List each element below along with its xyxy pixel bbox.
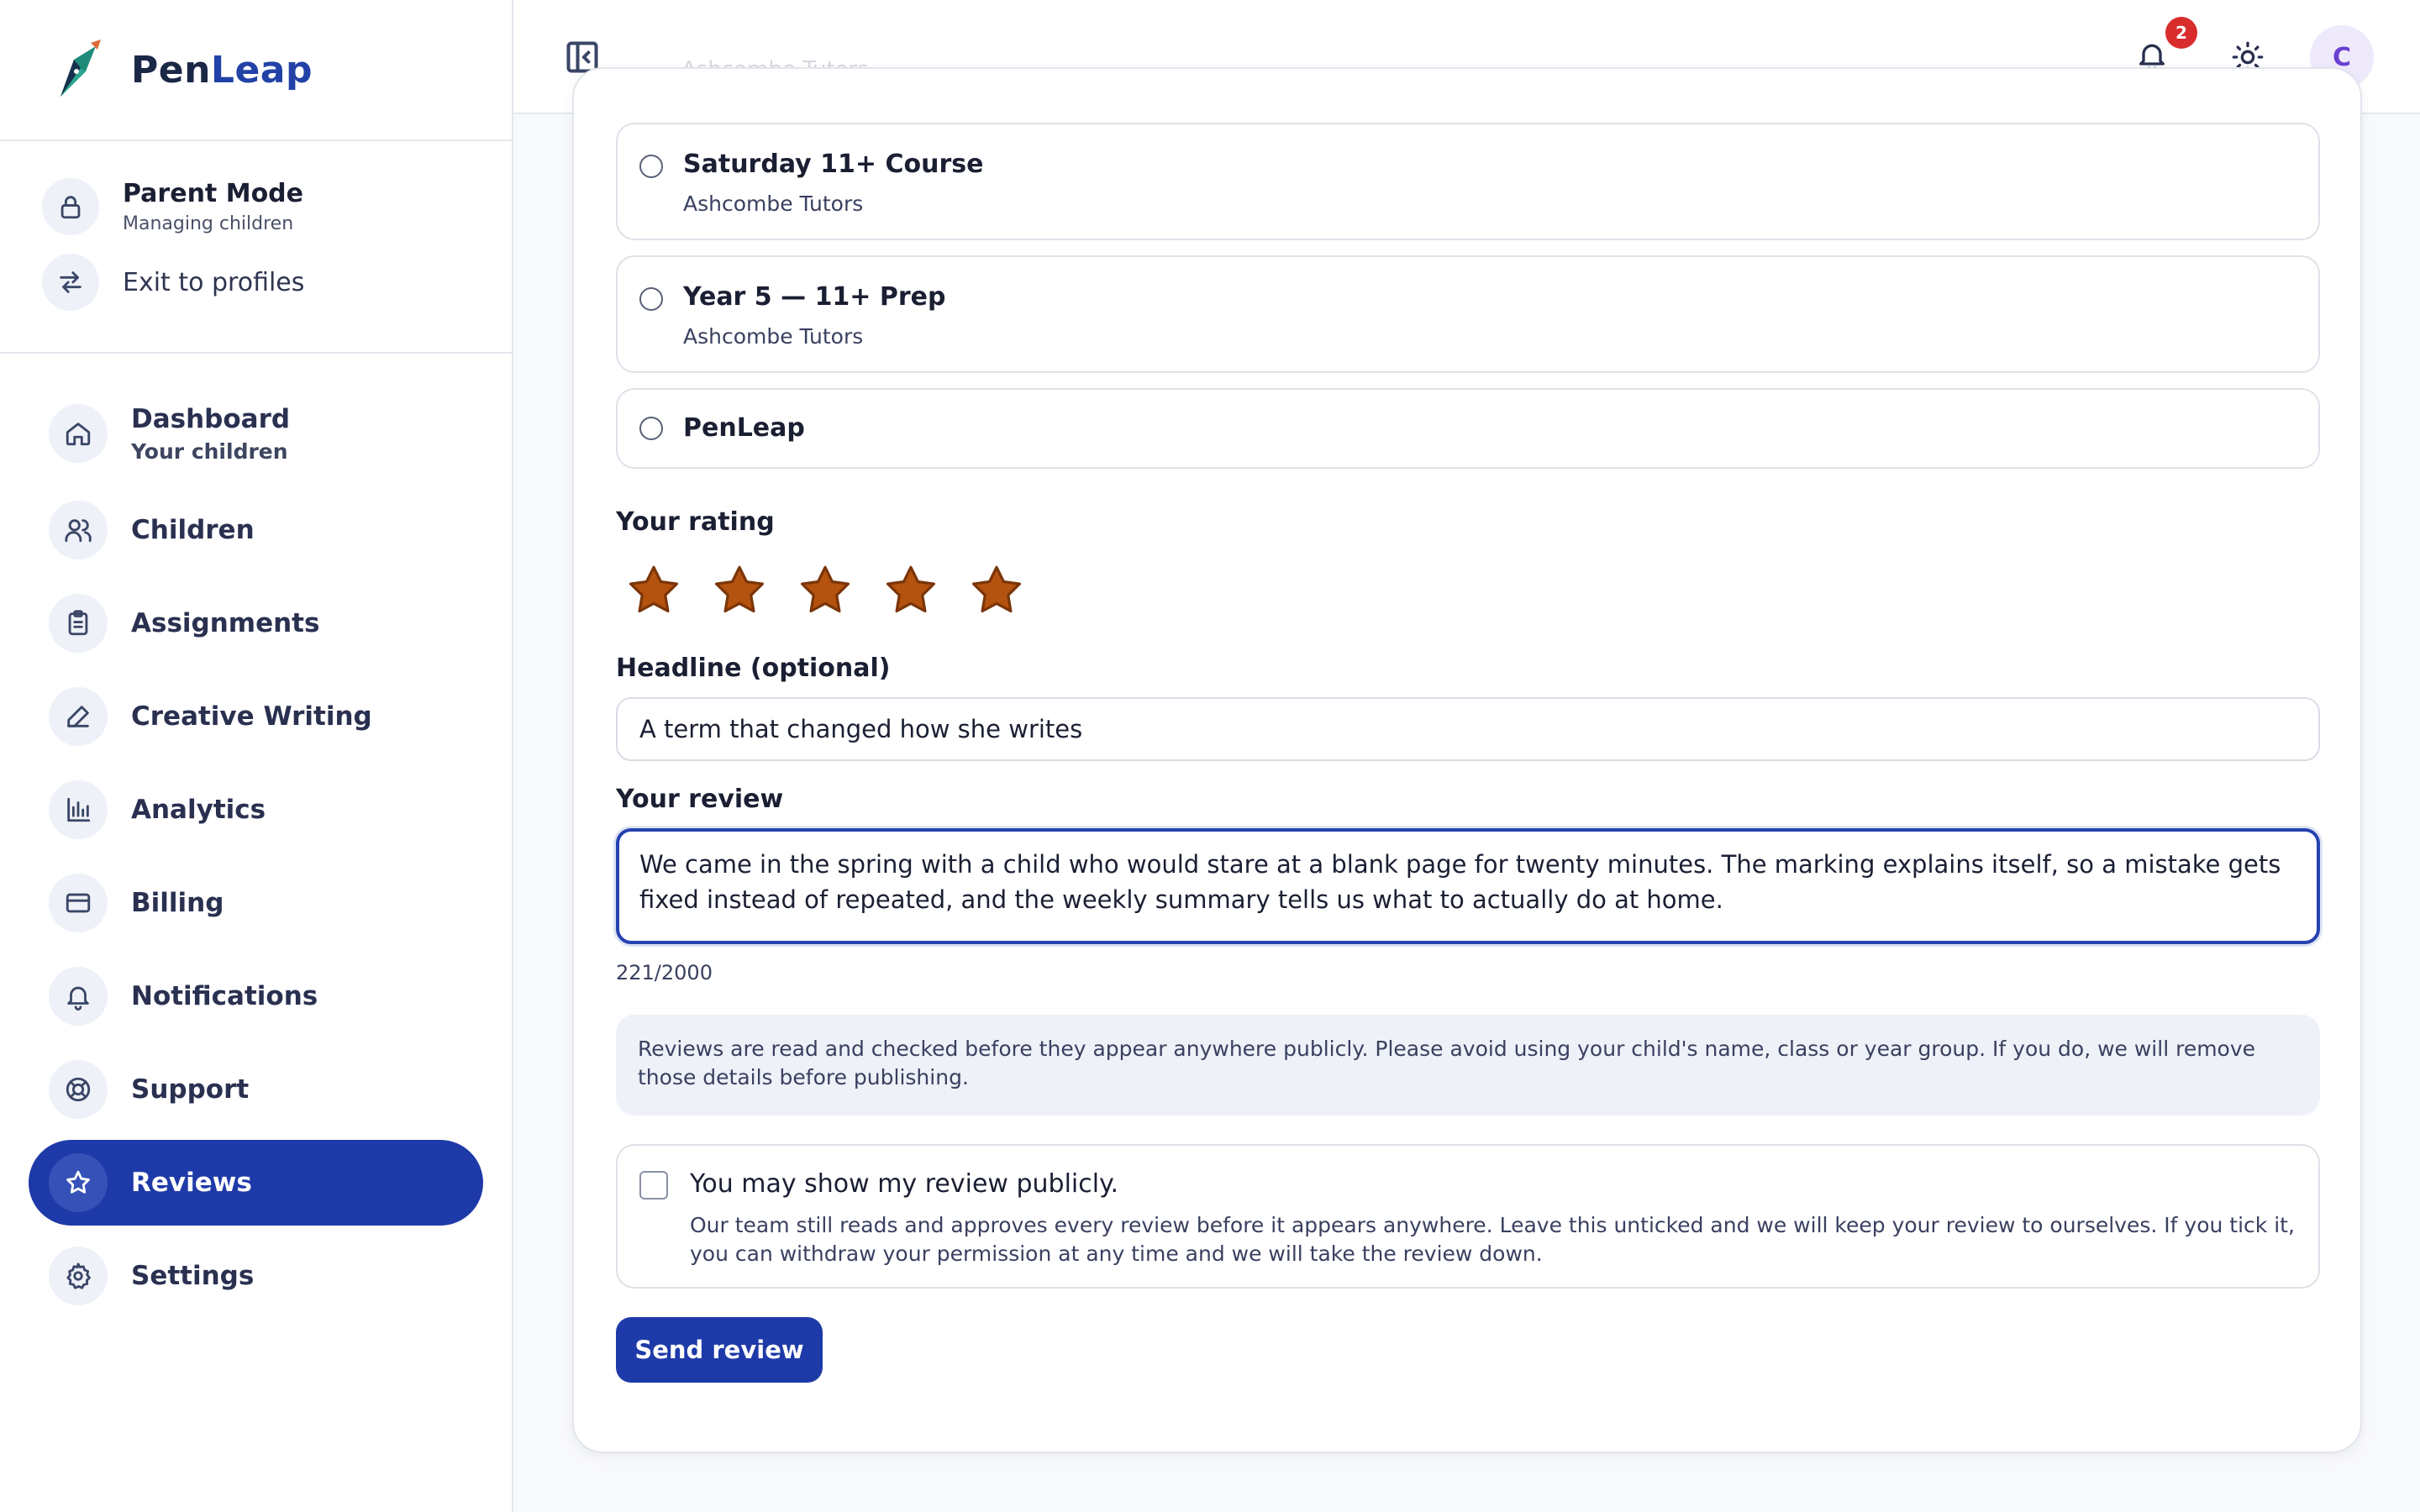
rating-star-3[interactable] — [796, 561, 855, 620]
sidebar-item-settings[interactable]: Settings — [29, 1233, 483, 1319]
bell-icon — [49, 967, 108, 1026]
lock-icon — [42, 178, 99, 235]
sidebar-item-analytics[interactable]: Analytics — [29, 767, 483, 853]
lifebuoy-icon — [49, 1060, 108, 1119]
sidebar-item-children[interactable]: Children — [29, 487, 483, 573]
sidebar-item-label: Billing — [131, 888, 224, 918]
sidebar-item-assignments[interactable]: Assignments — [29, 580, 483, 666]
moderation-notice: Reviews are read and checked before they… — [616, 1015, 2320, 1116]
sidebar-item-label: Dashboard — [131, 403, 291, 434]
home-icon — [49, 404, 108, 463]
sidebar-item-label: Creative Writing — [131, 701, 372, 732]
bar-chart-icon — [49, 780, 108, 839]
review-label: Your review — [616, 785, 784, 814]
rating-star-2[interactable] — [710, 561, 769, 620]
notification-count-badge: 2 — [2165, 17, 2197, 49]
public-consent-title: You may show my review publicly. — [690, 1169, 1119, 1199]
course-option-year5-11plus-prep[interactable]: Year 5 — 11+ Prep Ashcombe Tutors — [616, 255, 2320, 373]
course-option-title: Saturday 11+ Course — [683, 150, 984, 179]
sidebar-item-dashboard[interactable]: Dashboard Your children — [29, 387, 483, 480]
swap-arrows-icon — [42, 254, 99, 311]
headline-label: Headline (optional) — [616, 654, 891, 683]
sidebar-item-notifications[interactable]: Notifications — [29, 953, 483, 1039]
public-consent-checkbox[interactable] — [639, 1171, 668, 1200]
clipboard-icon — [49, 594, 108, 653]
send-review-button[interactable]: Send review — [616, 1317, 823, 1383]
mode-title: Parent Mode — [123, 179, 303, 208]
headline-input[interactable]: A term that changed how she writes — [616, 697, 2320, 761]
course-option-title: Year 5 — 11+ Prep — [683, 282, 946, 312]
rating-label: Your rating — [616, 507, 775, 537]
sidebar-item-label: Notifications — [131, 981, 318, 1011]
course-option-penleap[interactable]: PenLeap — [616, 388, 2320, 469]
star-icon — [800, 565, 850, 613]
gear-icon — [49, 1247, 108, 1305]
mode-block: Parent Mode Managing children Exit to pr… — [0, 141, 512, 354]
star-icon — [629, 565, 679, 613]
mode-subtitle: Managing children — [123, 213, 294, 234]
public-consent-description: Our team still reads and approves every … — [690, 1213, 2295, 1266]
rating-star-1[interactable] — [624, 561, 683, 620]
course-radio[interactable] — [639, 155, 663, 178]
sidebar-item-label: Settings — [131, 1261, 255, 1291]
sidebar-item-label: Support — [131, 1074, 250, 1105]
course-option-provider: Ashcombe Tutors — [683, 324, 864, 349]
review-textarea[interactable]: We came in the spring with a child who w… — [616, 828, 2320, 944]
pen-nib-logo-icon — [60, 39, 101, 97]
star-icon — [49, 1153, 108, 1212]
star-icon — [714, 565, 765, 613]
course-option-title: PenLeap — [683, 413, 805, 443]
sidebar-nav: Dashboard Your children Children Assignm… — [0, 354, 512, 1319]
course-radio[interactable] — [639, 417, 663, 440]
sidebar-item-reviews[interactable]: Reviews — [29, 1140, 483, 1226]
sidebar-item-label: Reviews — [131, 1168, 252, 1198]
star-icon — [886, 565, 936, 613]
course-option-provider: Ashcombe Tutors — [683, 192, 864, 216]
sidebar-item-billing[interactable]: Billing — [29, 860, 483, 946]
character-counter: 221/2000 — [616, 961, 713, 984]
sidebar-item-label: Analytics — [131, 795, 266, 825]
rating-star-4[interactable] — [881, 561, 940, 620]
course-radio[interactable] — [639, 287, 663, 311]
course-option-saturday-11plus[interactable]: Saturday 11+ Course Ashcombe Tutors — [616, 123, 2320, 240]
sidebar-item-label: Assignments — [131, 608, 320, 638]
credit-card-icon — [49, 874, 108, 932]
pen-icon — [49, 687, 108, 746]
exit-to-profiles-button[interactable]: Exit to profiles — [42, 249, 512, 316]
public-consent-option[interactable]: You may show my review publicly. Our tea… — [616, 1144, 2320, 1289]
star-rating[interactable] — [624, 561, 1053, 620]
sidebar-item-sublabel: Your children — [131, 438, 288, 464]
brand[interactable]: PenLeap — [0, 0, 512, 141]
sidebar-item-creative-writing[interactable]: Creative Writing — [29, 674, 483, 759]
sidebar-item-label: Children — [131, 515, 255, 545]
rating-star-5[interactable] — [967, 561, 1026, 620]
exit-to-profiles-label: Exit to profiles — [123, 267, 305, 297]
sidebar-item-support[interactable]: Support — [29, 1047, 483, 1132]
star-icon — [971, 565, 1022, 613]
parent-mode-indicator: Parent Mode Managing children — [42, 173, 512, 240]
users-icon — [49, 501, 108, 559]
brand-name: PenLeap — [131, 48, 313, 92]
sidebar: PenLeap Parent Mode Managing children Ex… — [0, 0, 513, 1512]
